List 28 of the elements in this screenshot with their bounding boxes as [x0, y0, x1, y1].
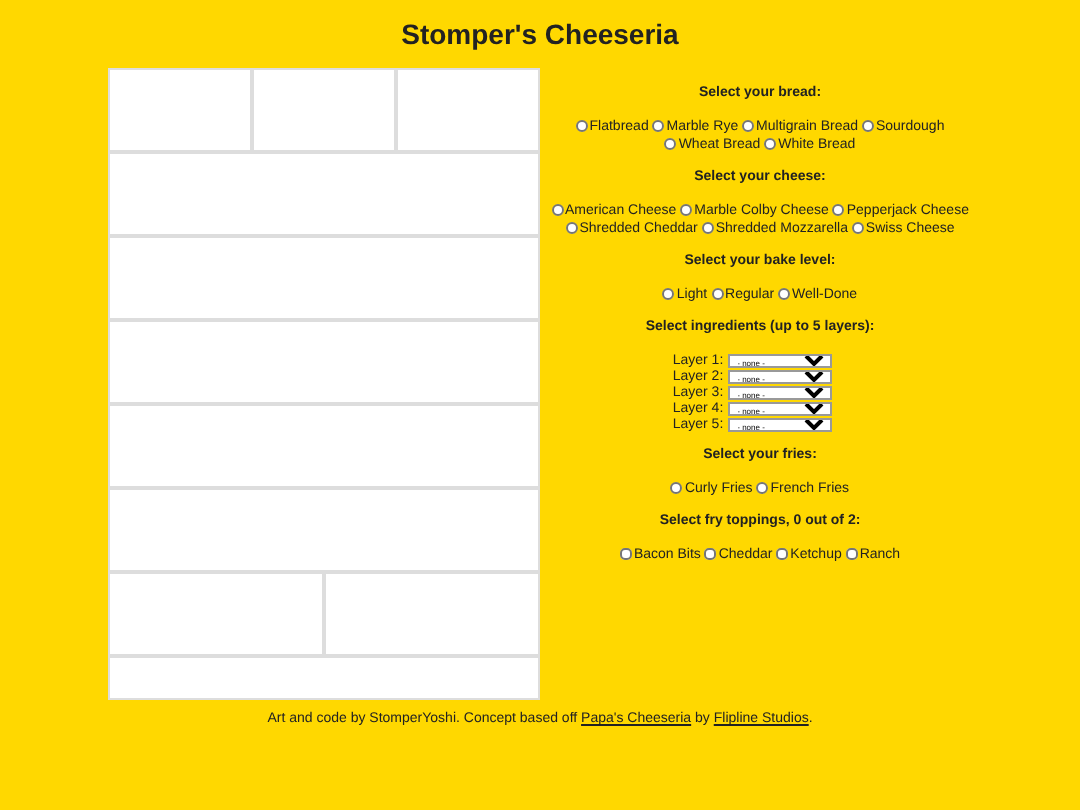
empty-tile[interactable]: [108, 236, 540, 320]
radio-button[interactable]: [701, 222, 714, 234]
radio-button[interactable]: [756, 482, 769, 494]
page-title: Stomper's Cheeseria: [399, 16, 681, 54]
checkbox[interactable]: [845, 548, 858, 560]
empty-tile[interactable]: [108, 152, 540, 236]
radio-button[interactable]: [680, 204, 693, 216]
radio-button[interactable]: [565, 222, 578, 234]
radio-button[interactable]: [778, 288, 791, 300]
radio-button[interactable]: [662, 288, 675, 300]
checkbox[interactable]: [619, 548, 632, 560]
radio-button[interactable]: [670, 482, 683, 494]
checkbox[interactable]: [776, 548, 789, 560]
radio-button[interactable]: [664, 138, 677, 150]
radio-button[interactable]: [851, 222, 864, 234]
radio-button[interactable]: [742, 120, 755, 132]
empty-tile[interactable]: [108, 488, 540, 572]
radio-button[interactable]: [575, 120, 588, 132]
empty-tile[interactable]: [108, 320, 540, 404]
radio-button[interactable]: [551, 204, 564, 216]
checkbox[interactable]: [704, 548, 717, 560]
empty-tile[interactable]: [108, 404, 540, 488]
radio-button[interactable]: [764, 138, 777, 150]
radio-button[interactable]: [711, 288, 724, 300]
radio-button[interactable]: [861, 120, 874, 132]
radio-button[interactable]: [652, 120, 665, 132]
empty-tile[interactable]: [108, 656, 540, 700]
radio-button[interactable]: [832, 204, 845, 216]
